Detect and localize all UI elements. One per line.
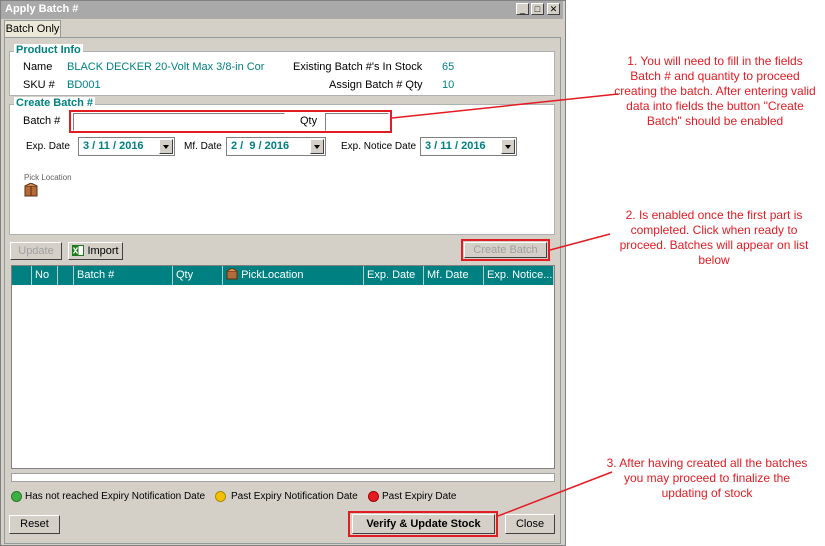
annotation-note-3: 3. After having created all the batches … [606, 456, 808, 500]
annotation-note-1: 1. You will need to fill in the fields B… [614, 54, 816, 128]
annotation-line-3 [497, 471, 613, 517]
annotation-line-2 [549, 233, 611, 251]
annotation-line-1 [391, 93, 619, 119]
annotation-note-2: 2. Is enabled once the first part is com… [619, 208, 809, 267]
